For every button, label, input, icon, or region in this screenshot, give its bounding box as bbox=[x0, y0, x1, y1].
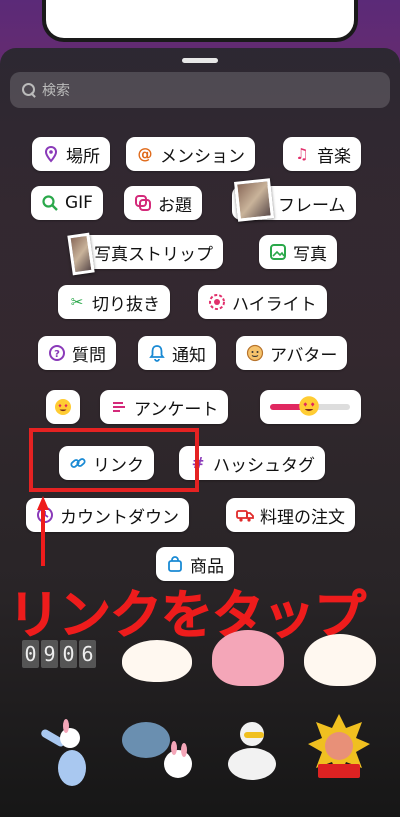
sticker-label: 通知 bbox=[172, 345, 206, 366]
sticker-product[interactable]: 商品 bbox=[156, 547, 234, 581]
sticker-topic[interactable]: お題 bbox=[124, 186, 202, 220]
sticker-label: GIF bbox=[65, 193, 93, 213]
sticker-label: メンション bbox=[160, 146, 245, 167]
sticker-hashtag[interactable]: # ハッシュタグ bbox=[179, 446, 325, 480]
counter-digit: 0 bbox=[60, 640, 77, 668]
duck-sticker[interactable] bbox=[216, 714, 286, 786]
sticker-label: 場所 bbox=[66, 146, 100, 167]
search-input[interactable]: 検索 bbox=[42, 80, 70, 100]
sticker-location[interactable]: 場所 bbox=[32, 137, 110, 171]
at-sign-icon: @ bbox=[137, 145, 153, 163]
music-note-icon: ♫ bbox=[295, 145, 309, 163]
search-gif-icon bbox=[41, 194, 59, 212]
phone-frame bbox=[42, 0, 358, 42]
digital-counter-sticker[interactable]: 0 9 0 6 bbox=[22, 640, 96, 668]
sticker-question[interactable]: ? 質問 bbox=[38, 336, 116, 370]
sticker-emoji-reaction[interactable] bbox=[46, 390, 80, 424]
frame-thumbnail bbox=[234, 178, 274, 222]
sticker-label: 料理の注文 bbox=[260, 507, 345, 528]
sticker-notify[interactable]: 通知 bbox=[138, 336, 216, 370]
sticker-label: 写真ストリップ bbox=[94, 244, 213, 265]
challenger-fist-sticker[interactable] bbox=[306, 712, 372, 782]
sticker-label: 商品 bbox=[190, 556, 224, 577]
counter-digit: 6 bbox=[79, 640, 96, 668]
sticker-label: アバター bbox=[270, 345, 338, 366]
pink-bunny-sticker[interactable] bbox=[212, 630, 284, 686]
sheet-handle[interactable] bbox=[182, 58, 218, 63]
counter-digit: 9 bbox=[41, 640, 58, 668]
sticker-cutout[interactable]: ✂ 切り抜き bbox=[58, 285, 170, 319]
scissors-icon: ✂ bbox=[70, 293, 84, 311]
delivery-truck-icon bbox=[236, 506, 254, 524]
sticker-photo-strip[interactable]: 写真ストリップ bbox=[80, 235, 223, 269]
link-highlight-box bbox=[29, 428, 199, 492]
sticker-label: ハイライト bbox=[232, 294, 317, 315]
good-night-bunny-sticker[interactable] bbox=[118, 714, 200, 786]
sticker-highlight[interactable]: ハイライト bbox=[198, 285, 327, 319]
heart-eyes-emoji-icon bbox=[54, 398, 72, 416]
shopping-bag-icon bbox=[166, 555, 184, 573]
location-pin-icon bbox=[42, 145, 60, 163]
poll-lines-icon bbox=[110, 398, 128, 416]
sticker-avatar[interactable]: アバター bbox=[236, 336, 348, 370]
sticker-poll[interactable]: アンケート bbox=[100, 390, 229, 424]
avatar-face-icon bbox=[246, 344, 264, 362]
question-icon: ? bbox=[48, 344, 66, 362]
sticker-label: ハッシュタグ bbox=[213, 455, 315, 476]
sticker-countdown[interactable]: カウントダウン bbox=[26, 498, 189, 532]
sticker-label: 写真 bbox=[293, 244, 327, 265]
chick-sticker[interactable] bbox=[304, 634, 376, 686]
sticker-label: アンケート bbox=[134, 399, 219, 420]
search-icon bbox=[22, 83, 36, 97]
counter-digit: 0 bbox=[22, 640, 39, 668]
sticker-mention[interactable]: @ メンション bbox=[126, 137, 255, 171]
sticker-food-order[interactable]: 料理の注文 bbox=[226, 498, 355, 532]
sticker-label: 切り抜き bbox=[92, 294, 160, 315]
slider-track bbox=[270, 396, 350, 416]
sticker-emoji-slider[interactable] bbox=[260, 390, 361, 424]
sticker-label: 音楽 bbox=[317, 146, 351, 167]
heart-eyes-emoji-icon bbox=[298, 395, 320, 422]
sticker-label: お題 bbox=[158, 195, 192, 216]
sticker-photo[interactable]: 写真 bbox=[259, 235, 337, 269]
up-arrow-icon bbox=[37, 496, 49, 566]
svg-text:?: ? bbox=[54, 349, 60, 360]
bell-icon bbox=[148, 344, 166, 362]
search-bar[interactable]: 検索 bbox=[10, 72, 390, 108]
topic-icon bbox=[134, 194, 152, 212]
highlight-icon bbox=[208, 293, 226, 311]
bunny-spoon-sticker[interactable] bbox=[26, 716, 100, 788]
sticker-label: フレーム bbox=[278, 195, 346, 216]
sticker-label: カウントダウン bbox=[60, 507, 179, 528]
image-icon bbox=[269, 243, 287, 261]
sticker-music[interactable]: ♫ 音楽 bbox=[283, 137, 361, 171]
sticker-gif[interactable]: GIF bbox=[31, 186, 103, 220]
bunny-sticker[interactable] bbox=[122, 640, 192, 682]
sticker-label: 質問 bbox=[72, 345, 106, 366]
